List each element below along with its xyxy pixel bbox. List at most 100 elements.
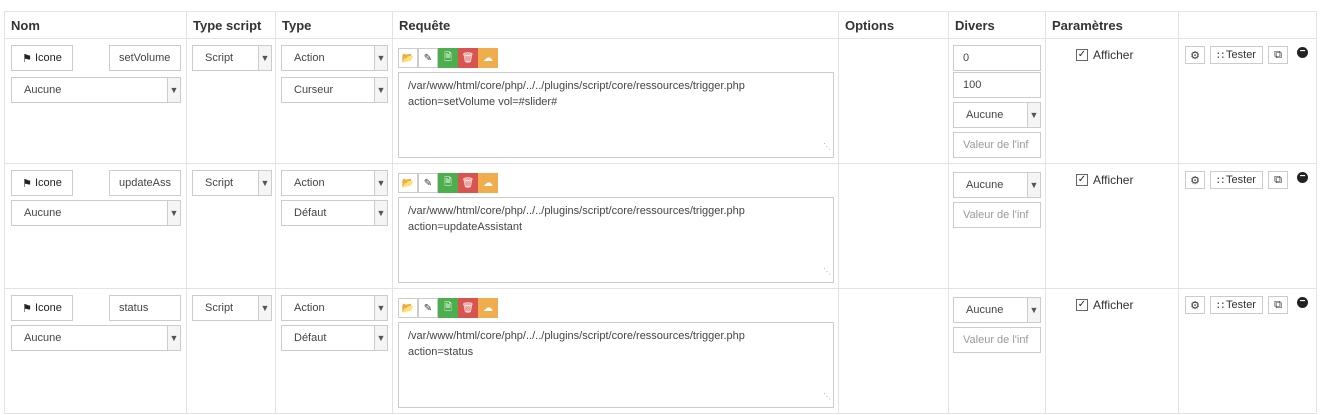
duplicate-button[interactable]: ⧉ [1268,171,1288,189]
command-name-input[interactable]: updateAss [109,170,181,196]
configure-button[interactable]: ⚙ [1185,296,1205,314]
cell-type: Action ▼ Défaut ▼ [275,163,393,289]
type-select[interactable]: Action ▼ [281,295,388,321]
request-textarea[interactable]: /var/www/html/core/php/../../plugins/scr… [398,72,834,158]
command-name-input[interactable]: status [109,295,181,321]
cloud-upload-icon[interactable]: ☁ [478,48,498,68]
max-value-input[interactable]: 100 [953,72,1041,98]
script-type-value: Script [205,52,234,64]
resize-grip-icon[interactable]: ⋱ [823,389,831,405]
script-type-select[interactable]: Script ▼ [192,295,272,321]
cell-parametres: ✓ Afficher [1045,38,1179,164]
folder-open-icon[interactable]: 📂 [398,173,418,193]
chevron-down-icon: ▼ [374,326,387,350]
duplicate-button[interactable]: ⧉ [1268,296,1288,314]
unit-select-value: Aucune [966,109,1004,121]
gears-icon: ⚙ [1190,299,1200,312]
unit-select[interactable]: Aucune ▼ [953,172,1041,198]
unit-select[interactable]: Aucune ▼ [953,102,1041,128]
afficher-toggle[interactable]: ✓ Afficher [1076,298,1133,312]
unit-select-value: Aucune [966,179,1004,191]
type-value: Action [294,177,325,189]
edit-icon[interactable]: ✎ [418,48,438,68]
script-type-select[interactable]: Script ▼ [192,45,272,71]
resize-grip-icon[interactable]: ⋱ [823,264,831,280]
configure-button[interactable]: ⚙ [1185,171,1205,189]
min-value-input[interactable]: 0 [953,45,1041,71]
object-select[interactable]: Aucune ▼ [11,200,181,226]
object-select[interactable]: Aucune ▼ [11,77,181,103]
subtype-select[interactable]: Curseur ▼ [281,77,388,103]
checkbox-checked-icon[interactable]: ✓ [1076,49,1088,61]
subtype-value: Défaut [294,207,327,219]
afficher-toggle[interactable]: ✓ Afficher [1076,48,1133,62]
chevron-down-icon: ▼ [258,171,271,195]
chevron-down-icon: ▼ [258,46,271,70]
object-select[interactable]: Aucune ▼ [11,325,181,351]
copy-icon: ⧉ [1274,298,1282,311]
icon-picker-button[interactable]: ⚑ Icone [11,295,73,321]
cell-divers: Aucune ▼ Valeur de l'inf [948,163,1046,289]
new-file-icon[interactable]: 🗎 [438,48,458,68]
unit-select[interactable]: Aucune ▼ [953,297,1041,323]
cell-parametres: ✓ Afficher [1045,163,1179,289]
command-name-input[interactable]: setVolume [109,45,181,71]
afficher-label: Afficher [1093,48,1134,62]
folder-open-icon[interactable]: 📂 [398,298,418,318]
icon-picker-button[interactable]: ⚑ Icone [11,170,73,196]
type-select[interactable]: Action ▼ [281,45,388,71]
type-value: Action [294,52,325,64]
icon-picker-label: Icone [34,52,62,64]
request-line: /var/www/html/core/php/../../plugins/scr… [408,80,745,92]
info-value-input[interactable]: Valeur de l'inf [953,202,1041,228]
chevron-down-icon: ▼ [1027,103,1040,127]
script-type-select[interactable]: Script ▼ [192,170,272,196]
info-value-input[interactable]: Valeur de l'inf [953,132,1041,158]
duplicate-button[interactable]: ⧉ [1268,46,1288,64]
resize-grip-icon[interactable]: ⋱ [823,139,831,155]
type-select[interactable]: Action ▼ [281,170,388,196]
cell-divers: Aucune ▼ Valeur de l'inf [948,288,1046,414]
trash-icon[interactable]: 🗑 [458,48,478,68]
new-file-icon[interactable]: 🗎 [438,298,458,318]
script-type-value: Script [205,302,234,314]
subtype-select[interactable]: Défaut ▼ [281,200,388,226]
test-button[interactable]: ∷ Tester [1210,46,1263,64]
subtype-select[interactable]: Défaut ▼ [281,325,388,351]
configure-button[interactable]: ⚙ [1185,46,1205,64]
info-value-input[interactable]: Valeur de l'inf [953,327,1041,353]
cloud-upload-icon[interactable]: ☁ [478,173,498,193]
header-nom: Nom [4,11,187,39]
cell-actions: ⚙ ∷ Tester ⧉ − [1178,38,1317,164]
trash-icon[interactable]: 🗑 [458,298,478,318]
request-textarea[interactable]: /var/www/html/core/php/../../plugins/scr… [398,322,834,408]
copy-icon: ⧉ [1274,173,1282,186]
cell-requete: 📂 ✎ 🗎 🗑 ☁ /var/www/html/core/php/../../p… [392,288,839,414]
checkbox-checked-icon[interactable]: ✓ [1076,174,1088,186]
test-button[interactable]: ∷ Tester [1210,171,1263,189]
cell-type-script: Script ▼ [186,288,276,414]
test-button[interactable]: ∷ Tester [1210,296,1263,314]
request-textarea[interactable]: /var/www/html/core/php/../../plugins/scr… [398,197,834,283]
remove-command-icon[interactable]: − [1297,172,1308,183]
icon-picker-button[interactable]: ⚑ Icone [11,45,73,71]
table-row: ⚑ Icone updateAss Aucune ▼ Script ▼ Actio… [4,163,1317,289]
cell-nom: ⚑ Icone updateAss Aucune ▼ [4,163,187,289]
remove-command-icon[interactable]: − [1297,297,1308,308]
edit-icon[interactable]: ✎ [418,173,438,193]
subtype-value: Curseur [294,84,334,96]
type-value: Action [294,302,325,314]
checkbox-checked-icon[interactable]: ✓ [1076,299,1088,311]
new-file-icon[interactable]: 🗎 [438,173,458,193]
remove-command-icon[interactable]: − [1297,47,1308,58]
afficher-toggle[interactable]: ✓ Afficher [1076,173,1133,187]
cell-type: Action ▼ Curseur ▼ [275,38,393,164]
object-select-value: Aucune [24,332,62,344]
cell-type: Action ▼ Défaut ▼ [275,288,393,414]
cloud-upload-icon[interactable]: ☁ [478,298,498,318]
copy-icon: ⧉ [1274,48,1282,61]
edit-icon[interactable]: ✎ [418,298,438,318]
trash-icon[interactable]: 🗑 [458,173,478,193]
folder-open-icon[interactable]: 📂 [398,48,418,68]
chevron-down-icon: ▼ [258,296,271,320]
